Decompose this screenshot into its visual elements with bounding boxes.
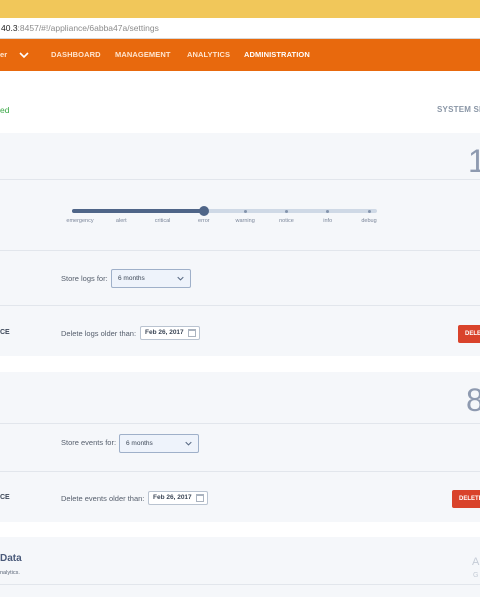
calendar-icon[interactable] bbox=[188, 329, 196, 337]
log-level-label: debug bbox=[361, 218, 377, 224]
browser-top-strip bbox=[0, 0, 480, 18]
chevron-down-icon[interactable] bbox=[19, 50, 29, 60]
slider-tick[interactable] bbox=[243, 209, 247, 213]
divider bbox=[0, 250, 480, 251]
slider-tick[interactable] bbox=[284, 209, 288, 213]
nav-analytics[interactable]: ANALYTICS bbox=[187, 39, 230, 71]
delete-events-date: Feb 26, 2017 bbox=[153, 494, 192, 501]
data-right-text: A bbox=[472, 556, 480, 568]
data-panel bbox=[0, 537, 480, 597]
store-events-value: 6 months bbox=[126, 440, 153, 447]
logs-cutoff-label: CE bbox=[0, 329, 10, 336]
divider bbox=[0, 305, 480, 306]
store-events-label: Store events for: bbox=[61, 438, 117, 447]
nav-management[interactable]: MANAGEMENT bbox=[115, 39, 171, 71]
divider bbox=[0, 471, 480, 472]
store-logs-label: Store logs for: bbox=[61, 274, 108, 283]
chevron-down-icon bbox=[185, 441, 192, 446]
slider-fill bbox=[72, 209, 204, 213]
delete-events-label: Delete events older than: bbox=[61, 494, 145, 503]
delete-logs-label: Delete logs older than: bbox=[61, 329, 137, 338]
delete-logs-button[interactable]: DELETE bbox=[458, 325, 480, 343]
url-path: :8457/#!/appliance/6abba47a/settings bbox=[17, 23, 159, 33]
store-events-select[interactable]: 6 months bbox=[119, 434, 199, 453]
log-level-label: alert bbox=[115, 218, 127, 224]
divider bbox=[0, 423, 480, 424]
log-level-label: emergency bbox=[66, 218, 94, 224]
status-text: ed bbox=[0, 105, 10, 115]
log-count: 1 bbox=[468, 143, 480, 179]
system-settings-tab[interactable]: SYSTEM SE bbox=[437, 105, 480, 114]
top-navbar: er DASHBOARD MANAGEMENT ANALYTICS ADMINI… bbox=[0, 39, 480, 71]
log-level-label: critical bbox=[154, 218, 171, 224]
delete-events-button[interactable]: DELETE bbox=[452, 490, 480, 508]
nav-dashboard[interactable]: DASHBOARD bbox=[51, 39, 101, 71]
events-cutoff-label: CE bbox=[0, 494, 10, 501]
divider bbox=[0, 179, 480, 180]
delete-logs-date-input[interactable]: Feb 26, 2017 bbox=[140, 326, 200, 340]
data-right-subtext: G bbox=[473, 572, 479, 579]
data-section-subtitle: nalytics. bbox=[0, 570, 20, 576]
url-host: 40.3 bbox=[1, 23, 18, 33]
log-level-slider[interactable] bbox=[72, 206, 377, 216]
store-logs-value: 6 months bbox=[118, 275, 145, 282]
calendar-icon[interactable] bbox=[196, 494, 204, 502]
delete-logs-date: Feb 26, 2017 bbox=[145, 329, 184, 336]
address-bar[interactable]: 40.3:8457/#!/appliance/6abba47a/settings bbox=[0, 18, 480, 39]
logs-panel bbox=[0, 133, 480, 356]
chevron-down-icon bbox=[177, 276, 184, 281]
nav-administration[interactable]: ADMINISTRATION bbox=[244, 39, 310, 71]
log-level-label: error bbox=[198, 218, 210, 224]
data-section-title: Data bbox=[0, 553, 22, 564]
store-logs-select[interactable]: 6 months bbox=[111, 269, 191, 288]
slider-tick[interactable] bbox=[326, 209, 330, 213]
event-count: 8 bbox=[466, 382, 480, 418]
log-level-label: notice bbox=[279, 218, 294, 224]
sub-header: ed SYSTEM SE bbox=[0, 71, 480, 133]
log-level-label: info bbox=[323, 218, 333, 224]
divider bbox=[0, 584, 480, 585]
slider-handle[interactable] bbox=[198, 206, 209, 216]
slider-tick[interactable] bbox=[367, 209, 371, 213]
delete-events-date-input[interactable]: Feb 26, 2017 bbox=[148, 491, 208, 505]
nav-user-menu[interactable]: er bbox=[0, 39, 7, 71]
log-level-label: warning bbox=[235, 218, 255, 224]
